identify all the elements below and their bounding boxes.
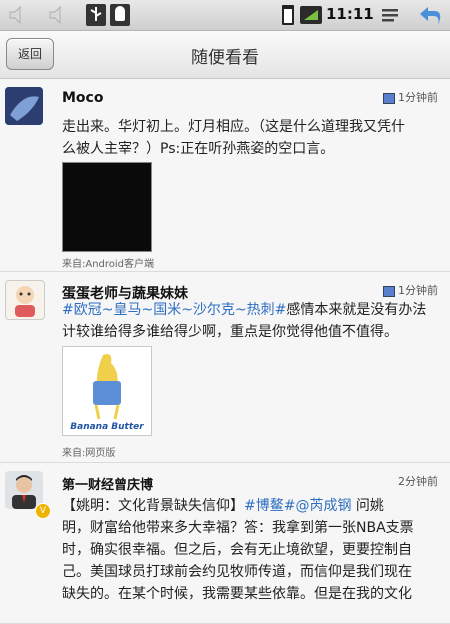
image-indicator-icon [383,92,395,104]
feed-item[interactable]: 蛋蛋老师与蔬果妹妹 1分钟前 #欧冠~皇马~国米~沙尔克~热刺#感情本来就是没有… [0,272,450,463]
image-caption: Banana Butter [70,422,144,432]
post-text-segment: 【姚明：文化背景缺失信仰】 [62,498,244,514]
post-text-line: 己。美国球员打球前会约见牧师传道，而信仰是我们现在 [62,564,412,580]
post-image-thumbnail[interactable] [62,162,152,252]
post-text-line: 明，财富给他带来多大幸福？答：我拿到第一张NBA支票 [62,520,414,536]
post-text-line: 缺失的。在某个时候，我需要某些依靠。但是在我的文化 [62,586,412,602]
battery-icon [282,5,294,25]
time-ago-label: 1分钟前 [398,91,438,104]
post-text: 走出来。华灯初上。灯月相应。（这是什么道理我又凭什 么被人主宰？）Ps:正在听孙… [62,116,442,160]
feed-item[interactable]: Moco 1分钟前 走出来。华灯初上。灯月相应。（这是什么道理我又凭什 么被人主… [0,79,450,272]
post-text-line: 计较谁给得多谁给得少啊，重点是你觉得他值不值得。 [62,324,398,340]
page-title: 随便看看 [191,48,259,68]
banana-butter-image: Banana Butter [63,347,151,435]
speaker-muted-icon [9,5,21,25]
time-ago: 2分钟前 [398,475,438,488]
android-icon [110,4,130,26]
signal-icon [300,6,322,24]
usb-icon [86,4,106,26]
image-indicator-icon [383,285,395,297]
post-source: 来自:网页版 [62,448,116,459]
post-text: 【姚明：文化背景缺失信仰】#博鳌#@芮成钢 问姚 明，财富给他带来多大幸福？答：… [62,495,442,605]
avatar[interactable] [5,471,43,509]
post-text-line: 【姚明：文化背景缺失信仰】#博鳌#@芮成钢 问姚 [62,495,442,517]
avatar[interactable] [5,87,43,125]
post-text-line: 走出来。华灯初上。灯月相应。（这是什么道理我又凭什 [62,119,405,135]
post-text-line: 时，确实很幸福。但之后，会有无止境欲望，更要控制自 [62,542,412,558]
post-text-line: 么被人主宰？）Ps:正在听孙燕姿的空口言。 [62,141,335,157]
menu-icon[interactable] [380,6,402,24]
username[interactable]: Moco [62,90,103,106]
post-text-segment: 感情本来就是没有办法 [286,302,427,318]
post-text-line: #欧冠~皇马~国米~沙尔克~热刺#感情本来就是没有办法 [62,299,442,321]
post-image-thumbnail[interactable]: Banana Butter [62,346,152,436]
speaker-icon [49,5,61,25]
clock: 11:11 [326,5,374,23]
time-ago: 1分钟前 [383,282,438,298]
username[interactable]: 第一财经曾庆博 [62,474,153,493]
avatar-image [5,87,43,125]
avatar-image [6,281,44,319]
status-bar: 11:11 [0,0,450,31]
title-bar: 返回 随便看看 [0,31,450,79]
avatar[interactable] [5,280,45,320]
timeline-feed: Moco 1分钟前 走出来。华灯初上。灯月相应。（这是什么道理我又凭什 么被人主… [0,79,450,624]
post-text: #欧冠~皇马~国米~沙尔克~热刺#感情本来就是没有办法 计较谁给得多谁给得少啊，… [62,299,442,343]
verified-badge-icon: V [35,503,51,519]
post-source: 来自:Android客户端 [62,259,155,270]
time-ago: 1分钟前 [383,89,438,105]
time-ago-label: 1分钟前 [398,284,438,297]
avatar-image [5,471,43,509]
hashtag-link[interactable]: #欧冠~皇马~国米~沙尔克~热刺# [62,302,286,318]
back-arrow-icon[interactable] [418,3,442,27]
hashtag-link[interactable]: #博鳌#@芮成钢 [244,498,351,514]
post-text-segment: 问姚 [351,498,384,514]
